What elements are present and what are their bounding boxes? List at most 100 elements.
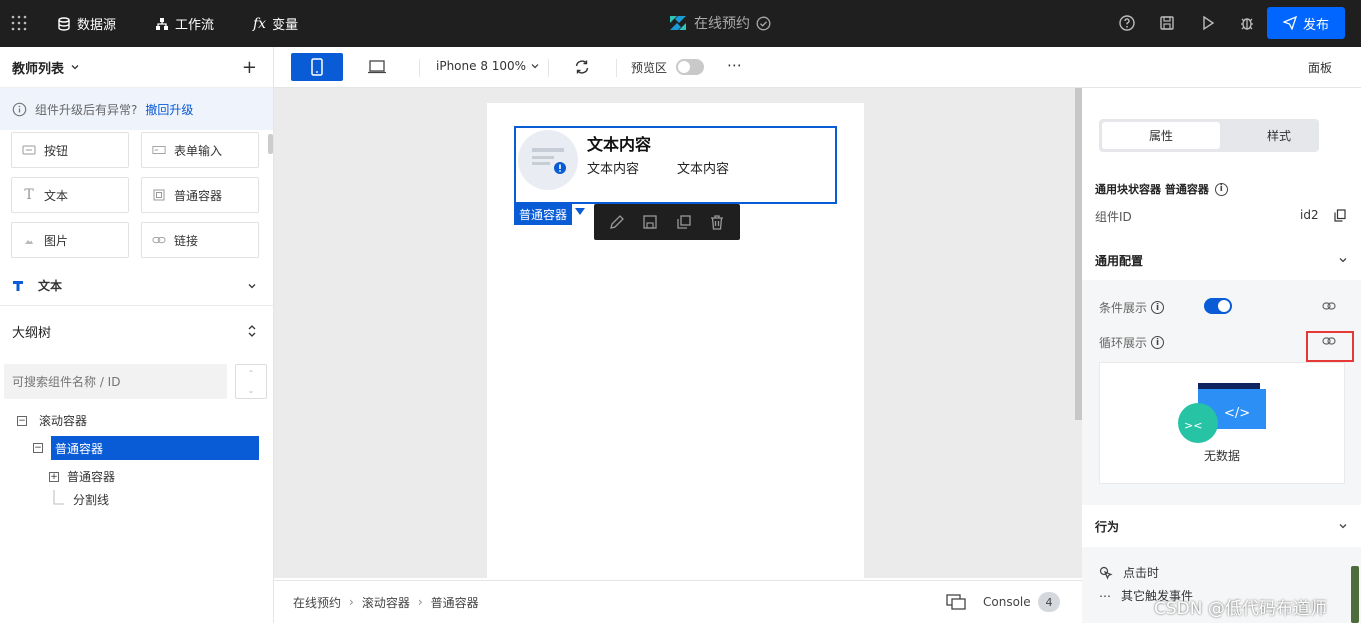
copy-icon[interactable] [1334,209,1346,222]
bind-link-icon[interactable] [1322,301,1336,311]
device-label: iPhone 8 100% [436,59,527,73]
search-stepper[interactable]: ⌃ ⌄ [235,364,267,399]
component-container[interactable]: 普通容器 [141,177,259,213]
play-icon[interactable] [1199,14,1217,32]
behavior-label: 行为 [1095,519,1120,534]
text-category-header[interactable]: 文本 [0,266,273,306]
text-category-icon [13,280,23,291]
stepper-up-icon[interactable]: ⌃ [236,365,266,382]
canvas-scrollbar[interactable] [1075,88,1082,420]
toggle-knob [678,61,690,73]
component-label: 图片 [44,233,69,248]
outline-search-input[interactable] [4,364,227,399]
component-type: 通用块状容器 普通容器 i [1095,181,1228,197]
expand-icon[interactable]: + [49,471,59,482]
behavior-header[interactable]: 行为 [1082,505,1361,547]
edit-icon[interactable] [608,213,626,231]
tree-node-container-child[interactable]: + 普通容器 [49,468,115,485]
expand-collapse-icon[interactable] [247,324,257,338]
breadcrumb: 在线预约 › 滚动容器 › 普通容器 [293,594,479,611]
selected-component-tag[interactable]: 普通容器 [514,204,573,225]
general-config-header[interactable]: 通用配置 [1082,240,1361,280]
tab-style[interactable]: 样式 [1220,122,1338,149]
click-icon [1099,566,1113,580]
component-image[interactable]: 图片 [11,222,129,258]
tree-node-scroll-container[interactable]: − 滚动容器 [17,412,87,429]
nav-datasource[interactable]: 数据源 [57,14,116,33]
selected-container[interactable]: 文本内容 文本内容 文本内容 [514,126,837,204]
copy-icon[interactable] [675,213,693,231]
conditional-display-row: 条件展示 i [1099,299,1165,316]
content-text[interactable]: 文本内容 [677,158,729,177]
nav-label: 数据源 [77,18,117,33]
conditional-display-label: 条件展示 [1099,301,1148,315]
revert-upgrade-link[interactable]: 撤回升级 [145,101,193,118]
delete-icon[interactable] [708,213,726,231]
publish-label: 发布 [1302,17,1329,33]
breadcrumb-item[interactable]: 普通容器 [431,594,479,611]
component-text[interactable]: T 文本 [11,177,129,213]
console-icon[interactable] [946,594,966,610]
more-icon[interactable]: ⋯ [727,56,742,74]
collapse-icon[interactable]: − [33,443,43,453]
collapse-icon[interactable]: − [17,415,27,426]
workflow-icon [156,17,168,30]
component-label: 按钮 [44,143,69,158]
info-icon [12,102,27,116]
save-template-icon[interactable] [641,213,659,231]
stepper-down-icon[interactable]: ⌄ [236,382,266,399]
breadcrumb-item[interactable]: 在线预约 [293,594,341,611]
design-canvas[interactable]: 文本内容 文本内容 文本内容 普通容器 [274,88,1082,580]
info-icon[interactable]: i [1151,301,1165,314]
panel-scrollbar[interactable] [1351,566,1359,623]
breadcrumb-item[interactable]: 滚动容器 [362,594,410,611]
on-click-event[interactable]: 点击时 [1099,564,1159,581]
database-icon [58,16,70,31]
tab-properties[interactable]: 属性 [1102,122,1220,149]
console-label[interactable]: Console [983,595,1031,609]
help-icon[interactable] [1118,14,1136,32]
panel-button[interactable]: 面板 [1308,59,1332,76]
info-icon[interactable]: i [1214,182,1228,196]
tree-node-container-selected[interactable]: − 普通容器 [33,436,259,460]
content-title[interactable]: 文本内容 [587,131,651,155]
publish-button[interactable]: 发布 [1267,7,1345,39]
device-selector[interactable]: iPhone 8 100% [436,59,540,73]
chevron-right-icon: › [349,595,354,609]
refresh-icon[interactable] [573,58,591,76]
empty-text: 无数据 [1203,449,1240,463]
info-icon[interactable]: i [1151,336,1165,349]
mobile-view-button[interactable] [291,53,343,81]
component-form-input[interactable]: 表单输入 [141,132,259,168]
status-footer: 在线预约 › 滚动容器 › 普通容器 Console 4 [274,580,1082,623]
outline-tree-header[interactable]: 大纲树 [0,311,273,351]
palette-scrollbar[interactable] [268,134,273,154]
debug-icon[interactable] [1238,14,1256,32]
nav-workflow[interactable]: 工作流 [155,14,214,33]
nav-variables[interactable]: fx 变量 [253,14,298,34]
desktop-view-button[interactable] [351,53,403,81]
bind-link-icon[interactable] [1322,336,1336,346]
tree-node-label: 分割线 [73,492,110,507]
component-link[interactable]: 链接 [141,222,259,258]
content-text[interactable]: 文本内容 [587,158,639,177]
mobile-icon [311,58,323,76]
on-click-label: 点击时 [1123,566,1160,580]
apps-grid-icon[interactable] [11,15,27,31]
fx-icon: fx [253,15,267,32]
tree-node-divider[interactable]: 分割线 [53,490,109,508]
component-id-value: id2 [1300,208,1319,222]
component-label: 文本 [44,188,69,203]
add-page-button[interactable]: + [242,57,257,78]
conditional-display-toggle[interactable] [1204,298,1232,314]
component-label: 普通容器 [174,188,223,203]
chevron-down-icon [71,65,79,70]
page-title: 教师列表 [12,61,65,77]
text-icon: T [24,187,34,203]
right-panel: 属性 样式 通用块状容器 普通容器 i 组件ID id2 通用配置 条件展示 i… [1082,88,1361,623]
preview-toggle[interactable] [676,59,704,75]
save-icon[interactable] [1158,14,1176,32]
page-selector[interactable]: 教师列表 + [0,47,273,88]
tag-dropdown-icon[interactable] [575,208,585,215]
component-button[interactable]: 按钮 [11,132,129,168]
